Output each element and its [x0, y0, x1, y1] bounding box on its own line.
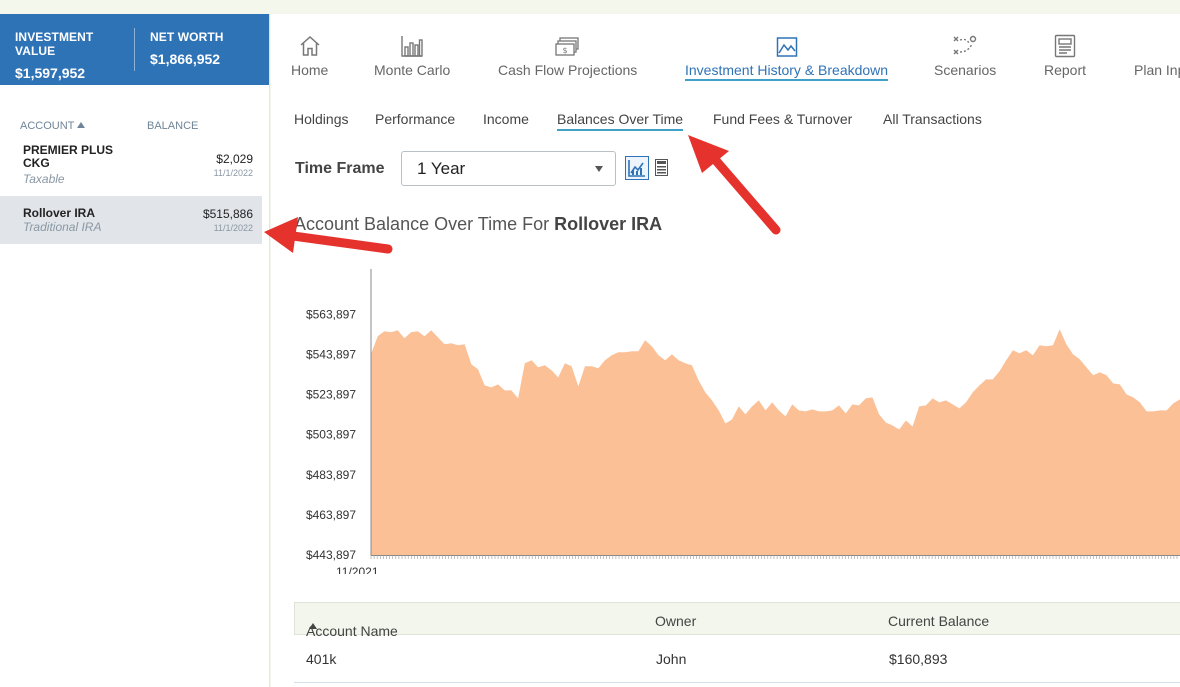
time-frame-label: Time Frame: [295, 160, 385, 177]
table-icon: [655, 159, 668, 176]
header-current-balance[interactable]: Current Balance: [888, 613, 989, 629]
nav-label: Home: [291, 62, 329, 78]
subtab-income[interactable]: Income: [483, 111, 529, 127]
nav-label: Cash Flow Projections: [498, 62, 638, 78]
account-column-header[interactable]: ACCOUNT: [20, 120, 86, 132]
accounts-table: Account Name Owner Current Balance 401k …: [294, 602, 1180, 683]
nav-report[interactable]: Report: [1044, 32, 1086, 78]
sort-ascending-icon: [77, 122, 86, 128]
table-row[interactable]: 401k John $160,893: [294, 635, 1180, 683]
subtab-performance[interactable]: Performance: [375, 111, 455, 127]
nav-plan-inputs[interactable]: Plan Inp: [1134, 32, 1180, 78]
top-strip: [0, 0, 1180, 14]
account-name: Rollover IRA: [23, 206, 96, 220]
investment-value: $1,597,952: [15, 65, 86, 81]
nav-label: Monte Carlo: [374, 62, 451, 78]
strategy-icon: [953, 35, 977, 55]
bar-chart-icon: [401, 36, 423, 57]
cell-account-name: 401k: [306, 651, 337, 667]
account-balance: $515,886: [202, 207, 253, 221]
investment-value-label: INVESTMENT VALUE: [15, 30, 94, 58]
report-icon: [1054, 34, 1076, 58]
balance-area-series: [371, 329, 1180, 555]
header-owner[interactable]: Owner: [655, 613, 696, 629]
y-tick-label: $443,897: [306, 548, 356, 562]
subtab-balances-over-time[interactable]: Balances Over Time: [557, 111, 684, 131]
account-name: PREMIER PLUS CKG: [23, 143, 114, 170]
account-type: Taxable: [23, 172, 65, 186]
accounts-sidebar: INVESTMENT VALUE $1,597,952 NET WORTH $1…: [0, 14, 270, 687]
y-tick-label: $483,897: [306, 468, 356, 482]
nav-monte-carlo[interactable]: Monte Carlo: [374, 32, 450, 78]
investment-value-card: INVESTMENT VALUE $1,597,952: [0, 14, 134, 85]
y-tick-label: $463,897: [306, 508, 356, 522]
balance-column-header[interactable]: BALANCE: [147, 120, 198, 132]
net-worth-value: $1,866,952: [150, 51, 221, 67]
nav-cash-flow-projections[interactable]: $ Cash Flow Projections: [498, 32, 637, 78]
y-tick-label: $563,897: [306, 307, 356, 321]
net-worth-card: NET WORTH $1,866,952: [134, 28, 269, 71]
area-chart-icon: [776, 37, 797, 57]
chart-view-button[interactable]: [625, 156, 649, 180]
main-panel: Home Monte Carlo $ Cash Flow Projections…: [271, 14, 1180, 687]
subtab-all-transactions[interactable]: All Transactions: [883, 111, 982, 127]
chevron-down-icon: [595, 166, 603, 172]
account-row-premier-plus[interactable]: PREMIER PLUS CKG Taxable $2,029 11/1/202…: [0, 142, 262, 194]
nav-label: Report: [1044, 62, 1087, 78]
nav-scenarios[interactable]: Scenarios: [934, 32, 996, 78]
chart-title: Account Balance Over Time For Rollover I…: [294, 214, 663, 234]
time-frame-value: 1 Year: [417, 159, 466, 178]
svg-text:$: $: [562, 46, 567, 55]
x-tick-label: 11/2021: [336, 565, 379, 574]
time-frame-select[interactable]: 1 Year: [401, 151, 616, 186]
subtab-holdings[interactable]: Holdings: [294, 111, 348, 127]
chart-title-account: Rollover IRA: [554, 214, 663, 234]
nav-label: Investment History & Breakdown: [685, 62, 889, 81]
cell-owner: John: [656, 651, 687, 667]
y-tick-label: $503,897: [306, 428, 356, 442]
account-balance: $2,029: [216, 152, 253, 166]
balance-area-chart: $443,897 $463,897 $483,897 $503,897 $523,897…: [306, 269, 1180, 574]
account-type: Traditional IRA: [23, 220, 102, 234]
top-nav: Home Monte Carlo $ Cash Flow Projections…: [271, 14, 1180, 86]
sort-ascending-icon: [309, 623, 317, 629]
y-tick-label: $543,897: [306, 348, 356, 362]
subtab-fund-fees-turnover[interactable]: Fund Fees & Turnover: [713, 111, 852, 127]
home-icon: [300, 35, 320, 56]
cash-icon: $: [554, 37, 579, 56]
table-header: Account Name Owner Current Balance: [294, 602, 1180, 639]
table-view-button[interactable]: [655, 159, 668, 176]
nav-investment-history-breakdown[interactable]: Investment History & Breakdown: [685, 32, 889, 81]
account-date: 11/1/2022: [213, 223, 253, 233]
line-chart-icon: [628, 160, 645, 177]
nav-label: Plan Inp: [1134, 62, 1180, 78]
y-tick-label: $523,897: [306, 388, 356, 402]
account-row-rollover-ira[interactable]: Rollover IRA Traditional IRA $515,886 11…: [0, 196, 262, 244]
net-worth-label: NET WORTH: [150, 30, 224, 44]
nav-label: Scenarios: [934, 62, 997, 78]
nav-home[interactable]: Home: [291, 32, 328, 78]
account-date: 11/1/2022: [213, 168, 253, 178]
accounts-header: ACCOUNT BALANCE: [20, 120, 260, 132]
summary-header: INVESTMENT VALUE $1,597,952 NET WORTH $1…: [0, 14, 269, 85]
cell-current-balance: $160,893: [889, 651, 948, 667]
